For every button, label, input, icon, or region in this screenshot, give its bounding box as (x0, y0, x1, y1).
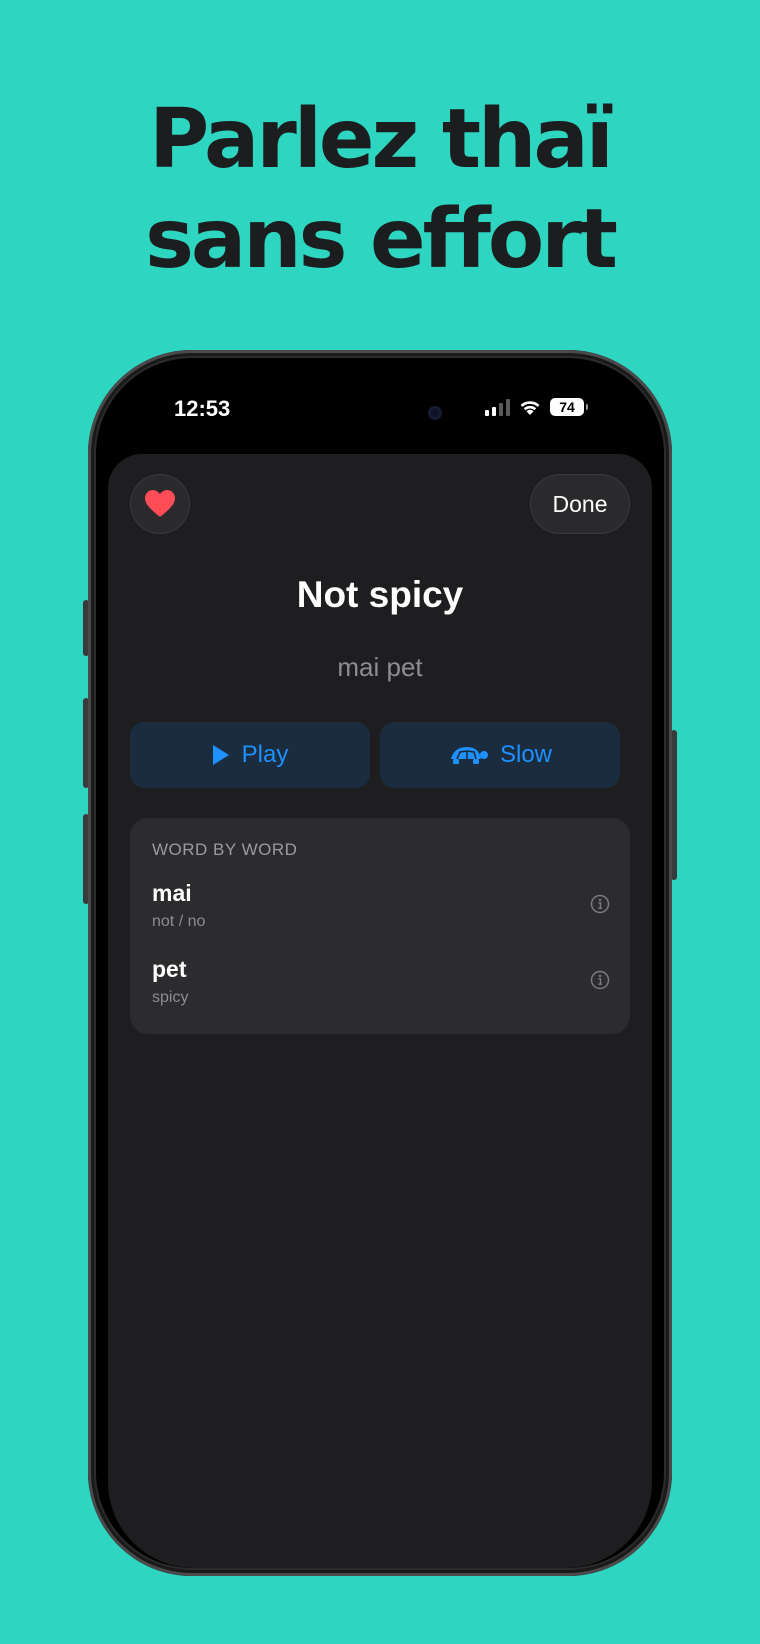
word-text: mai (152, 880, 192, 906)
heart-icon (145, 490, 175, 517)
word-by-word-card: WORD BY WORD mai not / no pet spicy (130, 818, 630, 1034)
word-meaning: not / no (152, 913, 206, 930)
word-meaning: spicy (152, 989, 189, 1006)
status-time: 12:53 (174, 396, 231, 421)
wifi-icon (520, 401, 540, 415)
done-button[interactable]: Done (530, 474, 630, 534)
word-text: pet (152, 956, 187, 982)
headline: Parlez thaï sans effort (0, 90, 760, 290)
turtle-icon (450, 747, 488, 764)
favorite-button[interactable] (130, 474, 190, 534)
slow-label: Slow (499, 741, 553, 768)
phone-screen: 12:53 74 Done Not spicy mai pet Play Slo… (96, 358, 664, 1568)
word-row[interactable]: pet spicy (152, 956, 610, 1016)
phrase-transliteration: mai pet (337, 652, 423, 682)
info-icon[interactable] (590, 894, 610, 914)
signal-icon (485, 398, 510, 416)
slow-button[interactable]: Slow (380, 722, 620, 788)
headline-line-2: sans effort (145, 192, 618, 287)
play-button[interactable]: Play (130, 722, 370, 788)
camera-icon (428, 406, 442, 420)
battery-icon: 74 (550, 398, 588, 416)
play-label: Play (241, 741, 289, 768)
headline-line-1: Parlez thaï (149, 92, 614, 187)
dynamic-island (304, 396, 488, 448)
play-icon (212, 745, 229, 765)
status-icons: 74 (485, 398, 588, 416)
phrase-title: Not spicy (296, 574, 464, 615)
info-icon[interactable] (590, 970, 610, 990)
word-row[interactable]: mai not / no (152, 880, 610, 940)
phrase-sheet: Done Not spicy mai pet Play Slow WORD BY… (108, 454, 652, 1568)
word-by-word-header: WORD BY WORD (152, 840, 298, 859)
